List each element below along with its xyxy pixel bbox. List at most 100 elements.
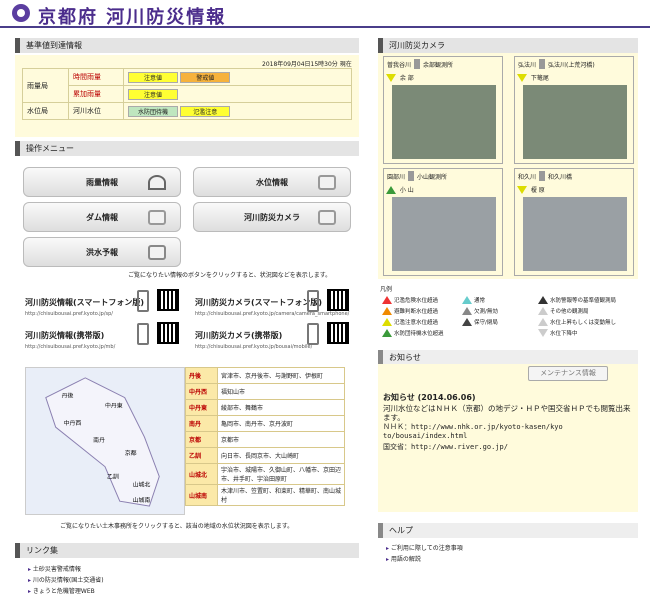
legend-item: 水防団待機水位超過: [394, 331, 444, 337]
office-row[interactable]: 山城北 宇治市、城陽市、久御山町、八幡市、京田辺市、井手町、宇治田原町: [185, 463, 345, 485]
section-help: ヘルプ: [378, 523, 638, 538]
green-triangle-icon: [382, 329, 392, 337]
flood-forecast-label: 洪水予報: [86, 248, 118, 257]
tag-standby[interactable]: 水防団待機: [128, 105, 178, 117]
sp-info-url: http://chisuibousai.pref.kyoto.jp/sp/: [25, 311, 113, 317]
tag-caution-2[interactable]: 注意値: [128, 88, 178, 100]
news-link-mlit[interactable]: 国交省：http://www.river.go.jp/: [383, 442, 508, 452]
camera-image[interactable]: [392, 85, 496, 159]
camera-card[interactable]: 園部川 小山観測所 小 山: [383, 168, 503, 276]
mb-camera-link[interactable]: 河川防災カメラ(携帯版) http://chisuibousai.pref.kyo…: [195, 330, 312, 350]
cam-river: 和久川: [518, 173, 537, 181]
office-name[interactable]: 丹後: [185, 367, 218, 384]
map-label-otokuni[interactable]: 乙訓: [107, 472, 119, 480]
office-name[interactable]: 南丹: [185, 415, 218, 432]
map-label-chutan-east[interactable]: 中丹東: [105, 401, 123, 409]
cam-location: 下篭尾: [530, 75, 549, 82]
legend-item: 氾濫危険水位超過: [394, 298, 439, 304]
mb-info-title: 河川防災情報(携帯版): [25, 331, 105, 340]
status-triangle-icon: [517, 73, 527, 82]
office-row[interactable]: 山城南 木津川市、笠置町、和束町、精華町、南山城村: [185, 484, 345, 506]
cam-station: 弘法川(上荒河橋): [548, 61, 595, 69]
legend-item: 欠測/無効: [474, 309, 498, 315]
legend-item: 氾濫注意水位超過: [394, 320, 439, 326]
office-name[interactable]: 山城北: [185, 463, 218, 485]
kyoto-map[interactable]: 丹後 中丹西 中丹東 南丹 京都 乙訓 山城北 山城南: [25, 367, 185, 515]
camera-image[interactable]: [523, 85, 627, 159]
camera-image[interactable]: [523, 197, 627, 271]
help-list: ご利用に際しての注意事項 用語の解説: [386, 543, 463, 565]
office-name[interactable]: 山城南: [185, 484, 218, 506]
news-body: 河川水位などはＮＨＫ（京都）の地デジ・ＨＰや国交省ＨＰでも閲覧出来ます。: [383, 404, 631, 422]
rain-info-label: 雨量情報: [86, 178, 118, 187]
sp-info-link[interactable]: 河川防災情報(スマートフォン版) http://chisuibousai.pref…: [25, 297, 144, 317]
legend-item: 水位下降中: [550, 331, 578, 337]
office-name[interactable]: 中丹東: [185, 399, 218, 416]
news-link-nhk[interactable]: ＮＨＫ：http://www.nhk.or.jp/kyoto-kasen/kyo…: [383, 423, 563, 441]
office-name[interactable]: 中丹西: [185, 383, 218, 400]
link-kyoto-crisis[interactable]: きょうと危機管理WEB: [28, 586, 104, 597]
link-sediment-warning[interactable]: 土砂災害警戒情報: [28, 564, 104, 575]
office-cities: 木津川市、笠置町、和束町、精華町、南山城村: [217, 484, 345, 506]
camera-card[interactable]: 和久川 和久川橋 榎 原: [514, 168, 634, 276]
rain-info-button[interactable]: 雨量情報: [23, 167, 181, 197]
office-row[interactable]: 丹後 宮津市、京丹後市、与謝野町、伊根町: [185, 367, 345, 384]
office-row[interactable]: 中丹東 綾部市、舞鶴市: [185, 399, 345, 416]
office-cities: 亀岡市、南丹市、京丹波町: [217, 415, 345, 432]
map-label-nantan[interactable]: 南丹: [93, 436, 105, 444]
dam-info-button[interactable]: ダム情報: [23, 202, 181, 232]
orange-triangle-icon: [382, 307, 392, 315]
camera-image[interactable]: [392, 197, 496, 271]
office-table: 丹後 宮津市、京丹後市、与謝野町、伊根町 中丹西 福知山市 中丹東 綾部市、舞鶴市 南丹 亀岡…: [185, 367, 345, 506]
sp-camera-url: http://chisuibousai.pref.kyoto.jp/camera…: [195, 311, 350, 317]
office-name[interactable]: 京都: [185, 431, 218, 448]
mb-info-link[interactable]: 河川防災情報(携帯版) http://chisuibousai.pref.kyot…: [25, 330, 115, 350]
observation-timestamp: 2018年09月04日15時30分 現在: [262, 61, 352, 68]
section-camera: 河川防災カメラ: [378, 38, 638, 53]
mobile-phone-icon: [137, 323, 149, 345]
map-label-chutan-west[interactable]: 中丹西: [64, 419, 82, 427]
camera-card[interactable]: 曽我谷川 余部観測所 余 部: [383, 56, 503, 164]
tag-warning[interactable]: 警戒値: [180, 71, 231, 83]
water-level-button[interactable]: 水位情報: [193, 167, 351, 197]
map-label-kyoto[interactable]: 京都: [125, 449, 137, 457]
map-label-yamashiro-north[interactable]: 山城北: [133, 480, 151, 488]
news-panel: メンテナンス情報 お知らせ (2014.06.06) 河川水位などはＮＨＫ（京都…: [378, 364, 638, 512]
legend-title: 凡例: [380, 286, 393, 293]
maintenance-button[interactable]: メンテナンス情報: [528, 366, 608, 381]
cam-location: 小 山: [399, 187, 414, 194]
gray-triangle-icon: [462, 307, 472, 315]
map-label-tango[interactable]: 丹後: [62, 392, 74, 400]
white-triangle-icon: [538, 307, 548, 315]
tag-caution[interactable]: 注意値: [128, 71, 178, 83]
office-cities: 京都市: [217, 431, 345, 448]
map-label-yamashiro-south[interactable]: 山城南: [133, 496, 151, 504]
flood-forecast-button[interactable]: 洪水予報: [23, 237, 181, 267]
section-menu: 操作メニュー: [15, 141, 359, 156]
help-link-notes[interactable]: ご利用に際しての注意事項: [386, 543, 463, 554]
office-name[interactable]: 乙訓: [185, 447, 218, 464]
office-cities: 宮津市、京丹後市、与謝野町、伊根町: [217, 367, 345, 384]
water-level-icon: [318, 175, 336, 190]
site-title[interactable]: 京都府 河川防災情報: [38, 3, 226, 29]
office-row[interactable]: 南丹 亀岡市、南丹市、京丹波町: [185, 415, 345, 432]
camera-card[interactable]: 弘法川 弘法川(上荒河橋) 下篭尾: [514, 56, 634, 164]
mobile-phone-icon: [307, 323, 319, 345]
smartphone-icon: [307, 290, 319, 312]
station-rain: 雨量局: [22, 68, 69, 103]
river-camera-button[interactable]: 河川防災カメラ: [193, 202, 351, 232]
cyan-triangle-icon: [462, 296, 472, 304]
news-heading: お知らせ (2014.06.06): [383, 393, 476, 402]
status-triangle-icon: [386, 73, 396, 82]
link-mlit-river[interactable]: 川の防災情報(国土交通省): [28, 575, 104, 586]
office-row[interactable]: 乙訓 向日市、長岡京市、大山崎町: [185, 447, 345, 464]
red-triangle-icon: [382, 296, 392, 304]
station-water: 水位局: [22, 102, 69, 120]
tag-flood-caution[interactable]: 氾濫注意: [180, 105, 231, 117]
cam-station: 和久川橋: [548, 173, 573, 181]
help-link-glossary[interactable]: 用語の解説: [386, 554, 463, 565]
office-row[interactable]: 中丹西 福知山市: [185, 383, 345, 400]
office-row[interactable]: 京都 京都市: [185, 431, 345, 448]
site-header: 京都府 河川防災情報: [0, 0, 650, 28]
mb-camera-url: http://chisuibousai.pref.kyoto.jp/bousai…: [195, 344, 313, 350]
